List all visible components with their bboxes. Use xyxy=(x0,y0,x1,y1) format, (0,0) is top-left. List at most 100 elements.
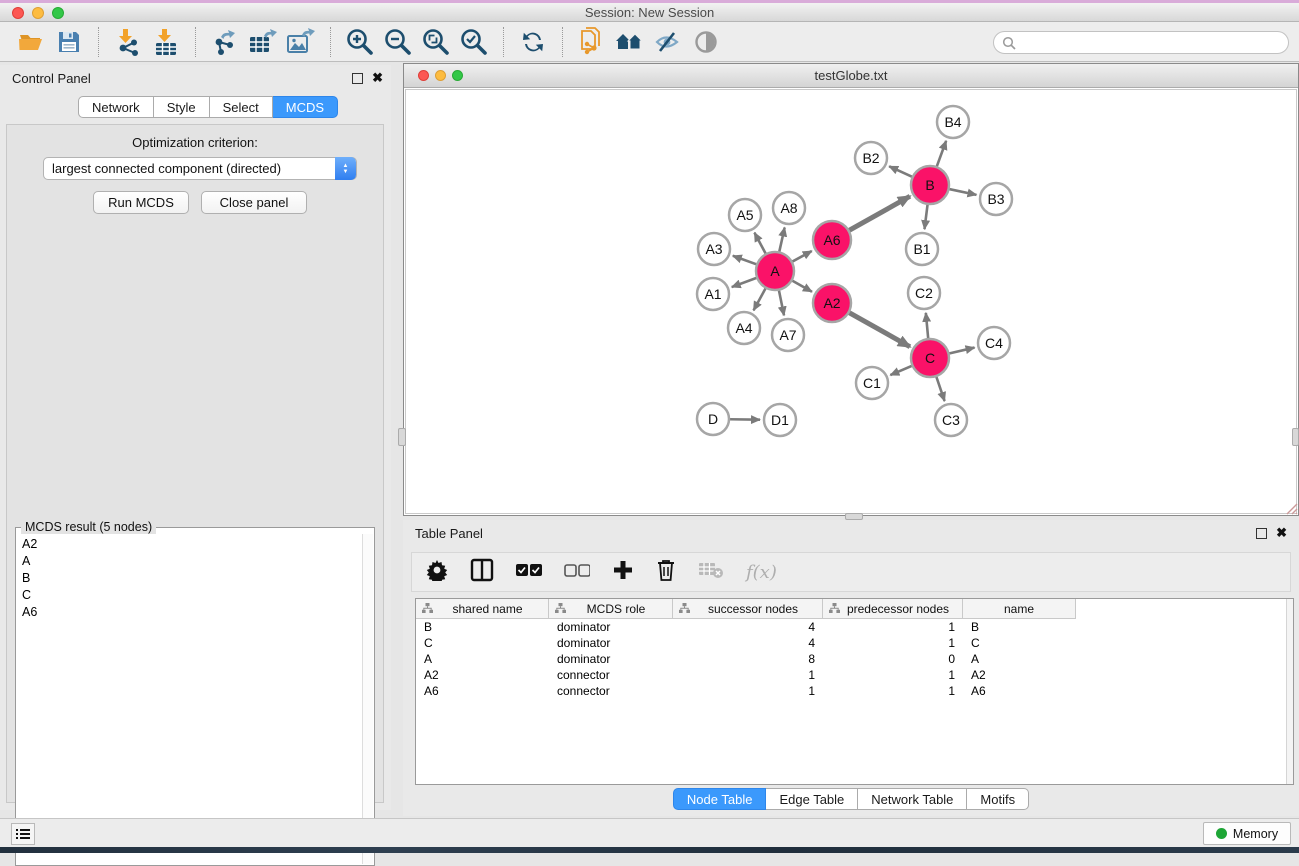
import-network-icon[interactable] xyxy=(109,26,147,58)
result-list-item[interactable]: B xyxy=(18,570,360,587)
edge-B-B3[interactable] xyxy=(949,189,977,195)
table-cell[interactable]: C xyxy=(963,636,1076,650)
search-box[interactable] xyxy=(993,31,1289,54)
edge-C-C1[interactable] xyxy=(890,366,912,376)
network-canvas[interactable]: B4B2BB3A5A8A6A3B1AA1C2A2A4A7CC4C1C3DD1 xyxy=(405,89,1297,514)
table-cell[interactable]: A xyxy=(416,652,549,666)
hide-selected-icon[interactable] xyxy=(649,26,687,58)
edge-A-A7[interactable] xyxy=(779,290,784,316)
node-A[interactable]: A xyxy=(756,252,794,290)
tab-motifs[interactable]: Motifs xyxy=(967,788,1029,810)
edge-A-A6[interactable] xyxy=(792,251,812,262)
tab-network-table[interactable]: Network Table xyxy=(858,788,967,810)
edge-A-A2[interactable] xyxy=(792,280,812,291)
memory-button[interactable]: Memory xyxy=(1203,822,1291,845)
zoom-out-icon[interactable] xyxy=(379,26,417,58)
close-window-button[interactable] xyxy=(12,7,24,19)
node-C1[interactable]: C1 xyxy=(856,367,888,399)
edge-A-A8[interactable] xyxy=(779,228,785,253)
table-cell[interactable]: A2 xyxy=(963,668,1076,682)
result-list-item[interactable]: C xyxy=(18,587,360,604)
node-B4[interactable]: B4 xyxy=(937,106,969,138)
tab-mcds[interactable]: MCDS xyxy=(273,96,338,118)
delete-table-icon[interactable] xyxy=(698,560,724,585)
table-cell[interactable]: 8 xyxy=(673,652,823,666)
network-zoom-button[interactable] xyxy=(452,70,463,81)
export-image-icon[interactable] xyxy=(282,26,320,58)
network-minimize-button[interactable] xyxy=(435,70,446,81)
close-panel-icon[interactable]: ✖ xyxy=(372,70,383,86)
node-C[interactable]: C xyxy=(911,339,949,377)
table-cell[interactable]: B xyxy=(416,620,549,634)
node-B[interactable]: B xyxy=(911,166,949,204)
table-cell[interactable]: dominator xyxy=(549,620,673,634)
float-panel-icon[interactable] xyxy=(1256,528,1267,539)
close-panel-button[interactable]: Close panel xyxy=(201,191,307,214)
bottom-splitter-handle[interactable] xyxy=(845,513,863,520)
table-cell[interactable]: A6 xyxy=(416,684,549,698)
table-cell[interactable]: 0 xyxy=(823,652,963,666)
table-cell[interactable]: A2 xyxy=(416,668,549,682)
table-row[interactable]: A2connector11A2 xyxy=(416,667,1293,683)
edge-C-C2[interactable] xyxy=(926,313,928,339)
settings-gear-icon[interactable] xyxy=(426,559,448,586)
table-row[interactable]: Adominator80A xyxy=(416,651,1293,667)
add-column-icon[interactable] xyxy=(612,559,634,586)
network-graph[interactable]: B4B2BB3A5A8A6A3B1AA1C2A2A4A7CC4C1C3DD1 xyxy=(406,90,1298,515)
edge-C-C4[interactable] xyxy=(948,348,974,354)
run-mcds-button[interactable]: Run MCDS xyxy=(93,191,189,214)
clear-all-checkboxes-icon[interactable] xyxy=(564,563,590,582)
column-header-name[interactable]: name xyxy=(963,599,1076,619)
zoom-selected-icon[interactable] xyxy=(455,26,493,58)
table-row[interactable]: A6connector11A6 xyxy=(416,683,1293,699)
tab-network[interactable]: Network xyxy=(78,96,154,118)
table-cell[interactable]: connector xyxy=(549,684,673,698)
edge-B-B1[interactable] xyxy=(924,204,927,229)
table-cell[interactable]: connector xyxy=(549,668,673,682)
result-list-item[interactable]: A2 xyxy=(18,536,360,553)
tab-node-table[interactable]: Node Table xyxy=(673,788,767,810)
select-all-checkboxes-icon[interactable] xyxy=(516,563,542,582)
delete-column-icon[interactable] xyxy=(656,558,676,587)
node-B1[interactable]: B1 xyxy=(906,233,938,265)
right-splitter-handle[interactable] xyxy=(1292,428,1299,446)
table-cell[interactable]: 4 xyxy=(673,636,823,650)
edge-B-B4[interactable] xyxy=(937,141,947,167)
zoom-in-icon[interactable] xyxy=(341,26,379,58)
node-A2[interactable]: A2 xyxy=(813,284,851,322)
table-cell[interactable]: dominator xyxy=(549,636,673,650)
column-visibility-icon[interactable] xyxy=(470,558,494,587)
edge-A6-B[interactable] xyxy=(849,196,910,230)
export-table-icon[interactable] xyxy=(244,26,282,58)
node-C4[interactable]: C4 xyxy=(978,327,1010,359)
edge-C-C3[interactable] xyxy=(936,376,944,401)
column-header-predecessor-nodes[interactable]: predecessor nodes xyxy=(823,599,963,619)
new-network-from-selection-icon[interactable] xyxy=(573,26,611,58)
network-window-titlebar[interactable]: testGlobe.txt xyxy=(404,64,1298,88)
tab-style[interactable]: Style xyxy=(154,96,210,118)
table-cell[interactable]: 1 xyxy=(673,668,823,682)
search-input[interactable] xyxy=(1016,34,1288,52)
minimize-window-button[interactable] xyxy=(32,7,44,19)
table-cell[interactable]: dominator xyxy=(549,652,673,666)
node-A6[interactable]: A6 xyxy=(813,221,851,259)
table-cell[interactable]: 1 xyxy=(673,684,823,698)
node-A3[interactable]: A3 xyxy=(698,233,730,265)
table-scrollbar[interactable] xyxy=(1286,599,1293,784)
node-B3[interactable]: B3 xyxy=(980,183,1012,215)
mcds-result-list[interactable]: A2ABCA6 xyxy=(18,536,360,863)
node-A8[interactable]: A8 xyxy=(773,192,805,224)
function-builder-icon[interactable]: f(x) xyxy=(746,562,777,583)
node-C3[interactable]: C3 xyxy=(935,404,967,436)
zoom-fit-icon[interactable] xyxy=(417,26,455,58)
column-header-successor-nodes[interactable]: successor nodes xyxy=(673,599,823,619)
export-network-icon[interactable] xyxy=(206,26,244,58)
node-D[interactable]: D xyxy=(697,403,729,435)
table-cell[interactable]: A6 xyxy=(963,684,1076,698)
table-cell[interactable]: 4 xyxy=(673,620,823,634)
refresh-icon[interactable] xyxy=(514,26,552,58)
resize-handle-icon[interactable] xyxy=(1284,501,1298,515)
node-A7[interactable]: A7 xyxy=(772,319,804,351)
edge-A-A4[interactable] xyxy=(754,288,766,311)
edge-B-B2[interactable] xyxy=(889,166,913,177)
